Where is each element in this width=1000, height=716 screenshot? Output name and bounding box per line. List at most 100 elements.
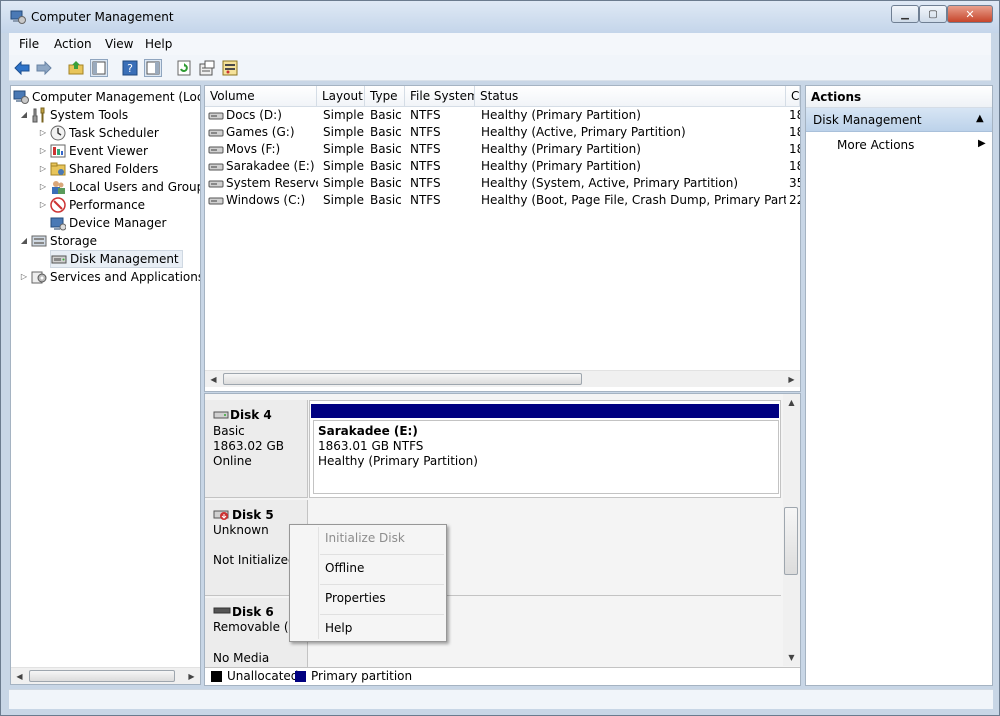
properties-button[interactable] [198, 59, 216, 77]
volume-list-pane: Volume Layout Type File System Status C … [204, 85, 801, 392]
show-hide-console-tree-button[interactable] [90, 59, 108, 77]
window-title: Computer Management [31, 10, 174, 24]
expand-triangle-icon[interactable]: ▷ [38, 164, 48, 174]
expand-triangle-icon[interactable]: ▷ [38, 128, 48, 138]
show-hide-action-pane-button[interactable] [144, 59, 162, 77]
legend-unallocated: Unallocated [227, 669, 299, 683]
table-row[interactable]: Windows (C:) Simple Basic NTFS Healthy (Boot… [205, 192, 800, 209]
volume-drive-icon [208, 129, 224, 137]
scroll-right-icon[interactable]: ▶ [183, 668, 200, 684]
collapse-triangle-icon[interactable]: ◢ [19, 236, 29, 246]
up-one-level-button[interactable] [67, 59, 85, 77]
scroll-thumb[interactable] [223, 373, 582, 385]
tree-item-task-scheduler[interactable]: ▷ Task Scheduler [38, 124, 159, 142]
scroll-down-icon[interactable]: ▼ [783, 649, 800, 666]
menu-view[interactable]: View [105, 37, 133, 51]
column-header-volume[interactable]: Volume [205, 86, 317, 107]
tree-item-event-viewer[interactable]: ▷ Event Viewer [38, 142, 148, 160]
cell-fs: NTFS [410, 125, 441, 139]
tree-horizontal-scrollbar[interactable]: ◀ ▶ [11, 667, 200, 684]
tree-item-local-users-groups[interactable]: ▷ Local Users and Groups [38, 178, 200, 196]
table-row[interactable]: Games (G:) Simple Basic NTFS Healthy (Active… [205, 124, 800, 141]
menu-separator [320, 554, 444, 555]
forward-arrow-icon [36, 61, 52, 75]
tree-item-device-manager[interactable]: Device Manager [50, 214, 166, 232]
minimize-button[interactable]: ▁ [891, 5, 919, 23]
maximize-button[interactable]: ▢ [919, 5, 947, 23]
tree-item-storage[interactable]: ◢ Storage [19, 232, 97, 250]
disk-pane-vertical-scrollbar[interactable]: ▲ ▼ [783, 394, 800, 666]
tree-item-services-applications[interactable]: ▷ Services and Applications [19, 268, 200, 286]
cell-status: Healthy (Primary Partition) [481, 142, 641, 156]
device-manager-icon [50, 217, 66, 231]
volume-drive-icon [208, 163, 224, 171]
tree-item-disk-management[interactable]: Disk Management [50, 250, 183, 268]
back-arrow-icon [14, 61, 30, 75]
primary-partition-bar [311, 404, 779, 418]
shared-folder-icon [50, 162, 66, 176]
forward-button[interactable] [35, 59, 53, 77]
cell-type: Basic [370, 125, 402, 139]
volume-list-horizontal-scrollbar[interactable]: ◀ ▶ [205, 370, 800, 387]
expand-triangle-icon[interactable]: ▷ [19, 272, 29, 282]
console-tree[interactable]: Computer Management (Local ◢ System Tool… [10, 85, 201, 685]
partition-size: 1863.01 GB NTFS [318, 439, 424, 453]
scroll-up-icon[interactable]: ▲ [783, 394, 800, 411]
actions-section-disk-management[interactable]: Disk Management ▲ [806, 108, 992, 132]
tree-item-computer-management[interactable]: Computer Management (Local [13, 88, 200, 106]
column-header-layout[interactable]: Layout [317, 86, 365, 107]
help-button[interactable]: ? [121, 59, 139, 77]
column-header-status[interactable]: Status [475, 86, 786, 107]
collapse-up-icon[interactable]: ▲ [976, 113, 984, 124]
collapse-triangle-icon[interactable]: ◢ [19, 110, 29, 120]
scroll-thumb[interactable] [784, 507, 798, 575]
partition-sarakadee-e[interactable]: Sarakadee (E:) 1863.01 GB NTFS Healthy (… [313, 420, 779, 494]
table-row[interactable]: Movs (F:) Simple Basic NTFS Healthy (Primary… [205, 141, 800, 158]
cell-cap: 35 [789, 176, 800, 190]
menu-item-help[interactable]: Help [325, 621, 352, 635]
tree-label: System Tools [50, 108, 129, 122]
tree-item-performance[interactable]: ▷ Performance [38, 196, 145, 214]
more-actions-item[interactable]: More Actions ▶ [806, 134, 992, 156]
disk-4-size: 1863.02 GB [213, 439, 284, 453]
expand-triangle-icon[interactable]: ▷ [38, 146, 48, 156]
column-header-type[interactable]: Type [365, 86, 405, 107]
tree-item-system-tools[interactable]: ◢ System Tools [19, 106, 128, 124]
menu-help[interactable]: Help [145, 37, 172, 51]
menu-item-offline[interactable]: Offline [325, 561, 364, 575]
scroll-thumb[interactable] [29, 670, 175, 682]
column-header-capacity[interactable]: C [786, 86, 800, 107]
expand-triangle-icon[interactable]: ▷ [38, 200, 48, 210]
tree-item-shared-folders[interactable]: ▷ Shared Folders [38, 160, 158, 178]
disk-4-name: Disk 4 [230, 408, 272, 422]
menu-item-initialize-disk[interactable]: Initialize Disk [325, 531, 405, 545]
scroll-right-icon[interactable]: ▶ [783, 371, 800, 388]
menu-separator [320, 584, 444, 585]
table-row[interactable]: Docs (D:) Simple Basic NTFS Healthy (Primary… [205, 107, 800, 124]
menu-bar: File Action View Help [9, 33, 991, 55]
cell-layout: Simple [323, 125, 364, 139]
expand-triangle-icon[interactable]: ▷ [38, 182, 48, 192]
users-icon [52, 181, 65, 194]
column-header-file-system[interactable]: File System [405, 86, 475, 107]
scroll-left-icon[interactable]: ◀ [205, 371, 222, 388]
show-hide-action-pane-icon [146, 61, 160, 75]
menu-action[interactable]: Action [54, 37, 92, 51]
back-button[interactable] [13, 59, 31, 77]
menu-file[interactable]: File [19, 37, 39, 51]
export-list-button[interactable] [221, 59, 239, 77]
cell-volume: Sarakadee (E:) [226, 159, 315, 173]
scroll-left-icon[interactable]: ◀ [11, 668, 28, 684]
cell-cap: 18 [789, 142, 800, 156]
cell-fs: NTFS [410, 108, 441, 122]
title-bar[interactable]: Computer Management ▁ ▢ ✕ [1, 1, 999, 33]
menu-separator [320, 614, 444, 615]
table-row[interactable]: Sarakadee (E:) Simple Basic NTFS Healthy (Pr… [205, 158, 800, 175]
disk-4-header[interactable]: Disk 4 Basic 1863.02 GB Online [205, 400, 308, 498]
table-row[interactable]: System Reserved Simple Basic NTFS Healthy (S… [205, 175, 800, 192]
cell-layout: Simple [323, 108, 364, 122]
minimize-icon: ▁ [901, 8, 909, 20]
close-button[interactable]: ✕ [947, 5, 993, 23]
refresh-button[interactable] [175, 59, 193, 77]
menu-item-properties[interactable]: Properties [325, 591, 386, 605]
